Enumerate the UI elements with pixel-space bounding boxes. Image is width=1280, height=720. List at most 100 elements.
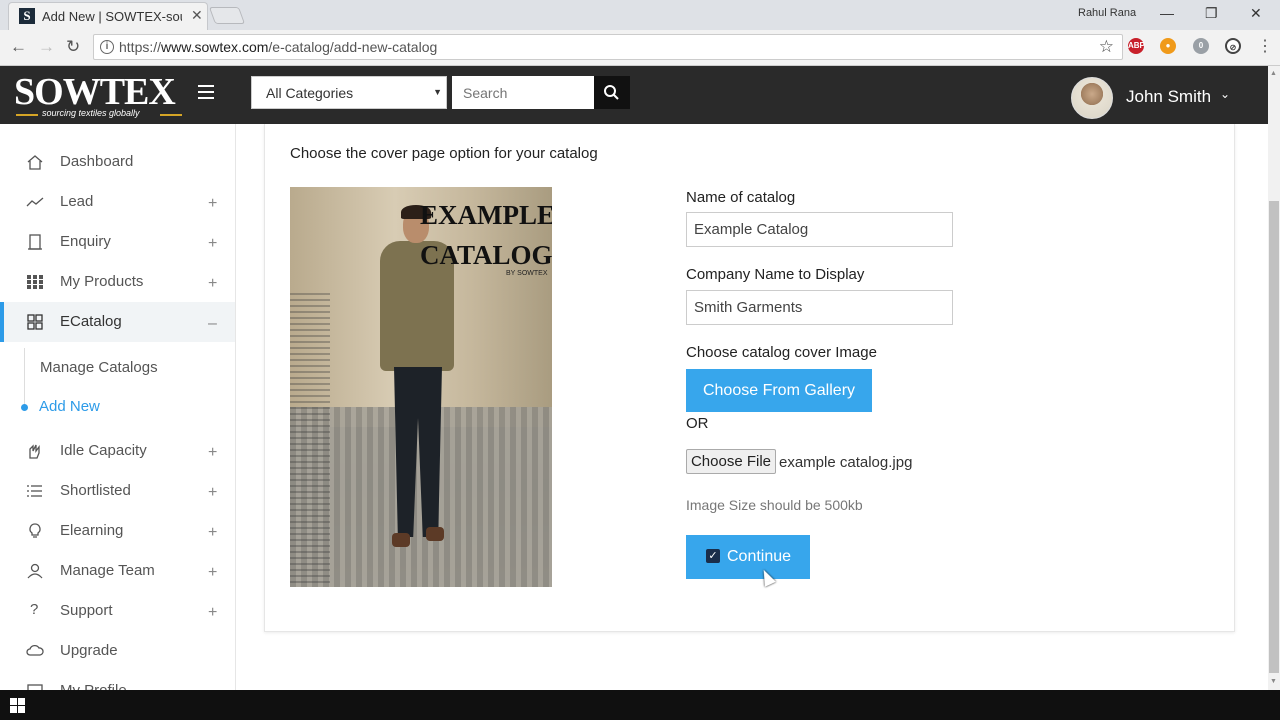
expand-plus-icon[interactable]: + (208, 484, 217, 502)
checkbox-icon: ✓ (706, 549, 720, 563)
catalog-cover-preview: EXAMPLE CATALOG BY SOWTEX (290, 187, 552, 587)
browser-profile-name[interactable]: Rahul Rana (1078, 7, 1136, 19)
sidebar-item-dashboard[interactable]: Dashboard (0, 142, 235, 182)
catalog-name-input[interactable] (686, 212, 953, 247)
sidebar-item-enquiry[interactable]: Enquiry + (0, 222, 235, 262)
expand-plus-icon[interactable]: + (208, 275, 217, 293)
sidebar-item-idle-capacity[interactable]: Idle Capacity + (0, 431, 235, 471)
user-menu-chevron-icon[interactable]: ⌄ (1220, 87, 1230, 101)
scroll-up-icon[interactable]: ▲ (1270, 70, 1277, 77)
or-separator: OR (686, 415, 709, 432)
url-host: www.sowtex.com (161, 39, 269, 55)
sidebar-item-manage-team[interactable]: Manage Team + (0, 551, 235, 591)
sidebar-item-my-profile[interactable]: My Profile (0, 671, 235, 690)
cover-title-line2: CATALOG (420, 240, 552, 270)
category-select[interactable]: All Categories ▼ (251, 76, 447, 109)
search-icon (604, 85, 619, 100)
search-input[interactable] (452, 76, 594, 109)
choose-from-gallery-button[interactable]: Choose From Gallery (686, 369, 872, 412)
sidebar-item-label: Support (60, 602, 113, 619)
catalog-form-card: Choose the cover page option for your ca… (264, 124, 1235, 632)
new-tab-button[interactable] (208, 7, 246, 24)
scroll-down-icon[interactable]: ▼ (1270, 678, 1277, 685)
grid-icon (27, 275, 43, 289)
category-selected-value: All Categories (266, 85, 354, 101)
logo-underline-left (16, 114, 38, 116)
hamburger-menu-icon[interactable] (198, 85, 214, 99)
sidebar-item-label: Manage Team (60, 562, 155, 579)
sidebar-item-support[interactable]: ? Support + (0, 591, 235, 631)
continue-button[interactable]: ✓ Continue (686, 535, 810, 579)
sidebar-item-my-products[interactable]: My Products + (0, 262, 235, 302)
expand-plus-icon[interactable]: + (208, 235, 217, 253)
sidebar-item-label: ECatalog (60, 313, 122, 330)
page-title: Choose the cover page option for your ca… (290, 145, 598, 162)
sidebar-item-label: Dashboard (60, 153, 134, 170)
submenu-line (24, 348, 25, 408)
catalog-name-label: Name of catalog (686, 189, 796, 206)
bulb-icon (29, 523, 41, 538)
user-name[interactable]: John Smith (1126, 87, 1211, 107)
url-text[interactable]: https://www.sowtex.com/e-catalog/add-new… (119, 39, 437, 55)
sidebar-item-ecatalog[interactable]: ECatalog – (0, 302, 235, 342)
trend-icon (26, 197, 44, 207)
sidebar-subitem-manage-catalogs[interactable]: Manage Catalogs (40, 359, 158, 376)
windows-start-icon[interactable] (10, 698, 25, 713)
sidebar-subitem-add-new[interactable]: Add New (39, 398, 100, 415)
sidebar-item-label: Elearning (60, 522, 124, 539)
sidebar-item-elearning[interactable]: Elearning + (0, 511, 235, 551)
expand-plus-icon[interactable]: + (208, 604, 217, 622)
url-path: /e-catalog/add-new-catalog (268, 39, 438, 55)
cover-image-label: Choose catalog cover Image (686, 344, 877, 361)
expand-plus-icon[interactable]: + (208, 524, 217, 542)
sidebar-item-label: Upgrade (60, 642, 118, 659)
page-scrollbar[interactable]: ▲ ▼ (1268, 66, 1280, 690)
extension-gray-icon[interactable]: 0 (1193, 38, 1209, 54)
sidebar-item-lead[interactable]: Lead + (0, 182, 235, 222)
browser-menu-icon[interactable]: ⋮ (1257, 36, 1273, 56)
main-content: Choose the cover page option for your ca… (236, 124, 1268, 690)
building-icon (28, 234, 42, 250)
window-close-icon[interactable]: ✕ (1250, 5, 1262, 22)
question-icon: ? (30, 601, 39, 618)
restore-icon[interactable]: ❐ (1205, 5, 1218, 22)
choose-file-button[interactable]: Choose File (686, 449, 776, 474)
company-name-input[interactable] (686, 290, 953, 325)
sidebar-item-label: Lead (60, 193, 94, 210)
bookmark-star-icon[interactable]: ☆ (1099, 37, 1114, 57)
extension-orange-icon[interactable]: ● (1160, 38, 1176, 54)
collapse-minus-icon[interactable]: – (208, 315, 217, 333)
browser-toolbar: ← → ↻ i https://www.sowtex.com/e-catalog… (0, 30, 1280, 66)
expand-plus-icon[interactable]: + (208, 195, 217, 213)
site-info-icon[interactable]: i (100, 40, 114, 54)
address-bar[interactable]: i https://www.sowtex.com/e-catalog/add-n… (93, 34, 1123, 60)
dropdown-arrow-icon: ▼ (433, 87, 442, 97)
windows-taskbar (0, 690, 1280, 720)
minimize-icon[interactable]: — (1160, 5, 1174, 21)
cover-title-line1: EXAMPLE (420, 200, 552, 230)
cover-title: EXAMPLE CATALOG (420, 195, 552, 275)
image-size-hint: Image Size should be 500kb (686, 497, 863, 513)
hand-icon (29, 444, 40, 459)
sidebar-item-label: Idle Capacity (60, 442, 147, 459)
scroll-thumb[interactable] (1269, 201, 1279, 673)
current-page-dot (21, 404, 28, 411)
tab-close-icon[interactable]: ✕ (191, 7, 203, 24)
block-extension-icon[interactable]: ⊘ (1225, 38, 1241, 54)
sidebar-item-upgrade[interactable]: Upgrade (0, 631, 235, 671)
continue-button-label: Continue (727, 548, 792, 565)
user-avatar[interactable] (1071, 77, 1113, 119)
forward-icon[interactable]: → (38, 37, 55, 57)
adblock-extension-icon[interactable]: ABP (1128, 38, 1145, 54)
expand-plus-icon[interactable]: + (208, 564, 217, 582)
expand-plus-icon[interactable]: + (208, 444, 217, 462)
cloud-icon (26, 644, 44, 656)
search-button[interactable] (594, 76, 630, 109)
back-icon[interactable]: ← (10, 37, 27, 57)
sidebar-item-shortlisted[interactable]: Shortlisted + (0, 471, 235, 511)
reload-icon[interactable]: ↻ (66, 37, 80, 57)
browser-tab[interactable]: S Add New | SOWTEX-sour ✕ (8, 2, 208, 30)
sidebar-item-label: My Products (60, 273, 144, 290)
logo-tagline: sourcing textiles globally (42, 108, 140, 118)
sidebar-item-label: My Profile (60, 682, 127, 690)
